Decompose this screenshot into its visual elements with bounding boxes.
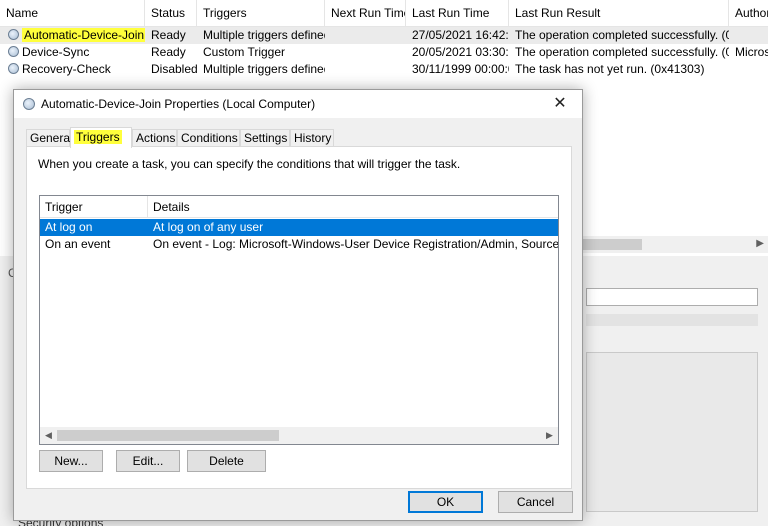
task-list-scrollbar[interactable]: ▶: [582, 236, 768, 253]
delete-trigger-button[interactable]: Delete: [187, 450, 266, 472]
scrollbar-thumb[interactable]: [582, 239, 642, 250]
task-row[interactable]: Automatic-Device-Join Ready Multiple tri…: [0, 27, 768, 44]
tab-triggers[interactable]: Triggers: [70, 127, 132, 148]
trigger-row[interactable]: At log on At log on of any user: [40, 219, 558, 236]
task-last-run-time: 30/11/1999 00:00:00: [412, 62, 509, 76]
column-header-name[interactable]: Name: [0, 0, 145, 27]
cancel-button[interactable]: Cancel: [498, 491, 573, 513]
close-icon[interactable]: ✕: [538, 90, 582, 118]
trigger-details: At log on of any user: [153, 220, 264, 234]
task-icon: [8, 29, 19, 40]
task-list-header: Name Status Triggers Next Run Time Last …: [0, 0, 768, 27]
ok-button[interactable]: OK: [408, 491, 483, 513]
task-icon: [8, 46, 19, 57]
task-last-run-time: 27/05/2021 16:42:09: [412, 28, 509, 42]
scroll-right-icon[interactable]: ▶: [541, 427, 558, 444]
triggers-list[interactable]: Trigger Details At log on At log on of a…: [39, 195, 559, 445]
task-icon: [23, 98, 35, 110]
task-row[interactable]: Device-Sync Ready Custom Trigger 20/05/2…: [0, 44, 768, 61]
task-icon: [8, 63, 19, 74]
task-triggers: Multiple triggers defined: [203, 62, 325, 76]
column-header-author[interactable]: Author: [729, 0, 768, 27]
column-header-last-run-time[interactable]: Last Run Time: [406, 0, 509, 27]
task-triggers: Multiple triggers defined: [203, 28, 325, 42]
task-name: Device-Sync: [22, 45, 90, 59]
tab-history[interactable]: History: [290, 129, 334, 147]
trigger-details: On event - Log: Microsoft-Windows-User D…: [153, 237, 558, 251]
column-header-status[interactable]: Status: [145, 0, 197, 27]
column-header-trigger[interactable]: Trigger: [40, 196, 148, 218]
column-header-last-run-result[interactable]: Last Run Result: [509, 0, 729, 27]
edit-trigger-button[interactable]: Edit...: [116, 450, 180, 472]
trigger-type: At log on: [45, 220, 93, 234]
new-trigger-button[interactable]: New...: [39, 450, 103, 472]
task-author: Micros: [735, 45, 768, 59]
tab-actions[interactable]: Actions: [132, 129, 177, 147]
column-header-next-run-time[interactable]: Next Run Time: [325, 0, 406, 27]
details-field[interactable]: [586, 288, 758, 306]
dialog-titlebar[interactable]: Automatic-Device-Join Properties (Local …: [14, 90, 582, 118]
task-status: Ready: [151, 45, 186, 59]
scrollbar-thumb[interactable]: [57, 430, 279, 441]
trigger-row[interactable]: On an event On event - Log: Microsoft-Wi…: [40, 236, 558, 253]
details-field-disabled: [586, 314, 758, 326]
column-header-triggers[interactable]: Triggers: [197, 0, 325, 27]
task-last-run-result: The operation completed successfully. (0…: [515, 28, 729, 42]
tab-triggers-label: Triggers: [74, 130, 122, 144]
task-last-run-result: The operation completed successfully. (0…: [515, 45, 729, 59]
triggers-horizontal-scrollbar[interactable]: ◀ ▶: [40, 427, 558, 444]
dialog-title: Automatic-Device-Join Properties (Local …: [41, 97, 316, 111]
triggers-list-header: Trigger Details: [40, 196, 558, 218]
task-last-run-result: The task has not yet run. (0x41303): [515, 62, 705, 76]
tab-general[interactable]: General: [26, 129, 73, 147]
scroll-left-icon[interactable]: ◀: [40, 427, 57, 444]
trigger-type: On an event: [45, 237, 111, 251]
tab-settings[interactable]: Settings: [240, 129, 290, 147]
triggers-intro-text: When you create a task, you can specify …: [38, 157, 461, 171]
task-status: Ready: [151, 28, 186, 42]
task-triggers: Custom Trigger: [203, 45, 286, 59]
scroll-right-icon[interactable]: ▶: [756, 238, 764, 249]
tab-conditions[interactable]: Conditions: [177, 129, 240, 147]
task-scheduler-window: Name Status Triggers Next Run Time Last …: [0, 0, 768, 526]
properties-dialog: Automatic-Device-Join Properties (Local …: [13, 89, 583, 521]
column-header-details[interactable]: Details: [148, 196, 558, 218]
task-name: Recovery-Check: [22, 62, 111, 76]
task-name: Automatic-Device-Join: [22, 28, 145, 42]
task-status: Disabled: [151, 62, 197, 76]
triggers-tab-panel: When you create a task, you can specify …: [26, 146, 572, 489]
details-textbox[interactable]: [586, 352, 758, 512]
task-last-run-time: 20/05/2021 03:30:24: [412, 45, 509, 59]
task-row[interactable]: Recovery-Check Disabled Multiple trigger…: [0, 61, 768, 78]
